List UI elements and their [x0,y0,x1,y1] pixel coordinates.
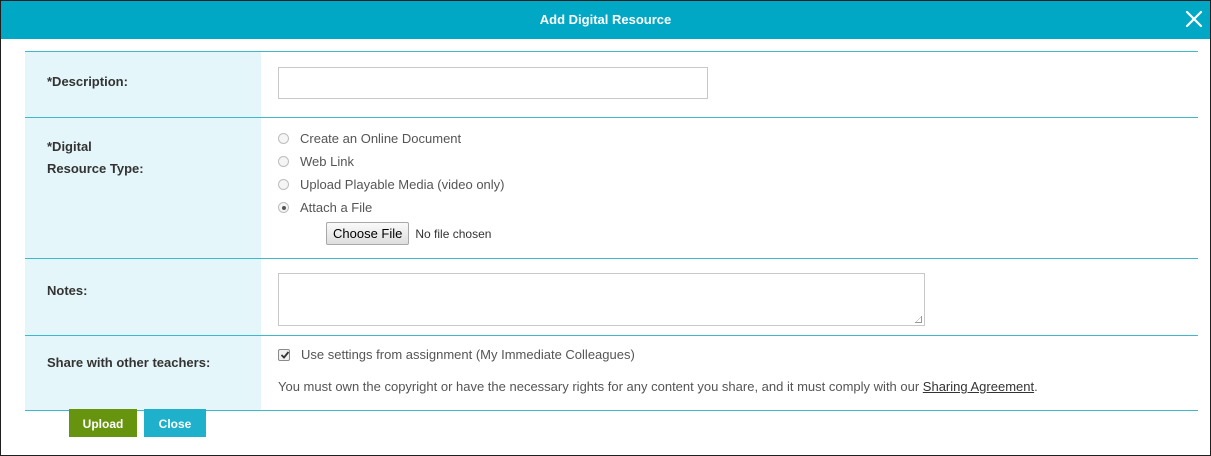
radio-option-web-link[interactable]: Web Link [278,150,1198,173]
checkmark-icon [280,350,290,359]
resource-form: *Description: *Digital Resource Type: Cr… [25,51,1198,411]
dialog-titlebar: Add Digital Resource [1,1,1210,39]
file-chooser: Choose File No file chosen [326,222,1198,245]
share-label: Share with other teachers: [25,336,261,410]
share-checkbox-line[interactable]: Use settings from assignment (My Immedia… [278,347,1198,362]
radio-button-selected[interactable] [278,202,289,213]
choose-file-button[interactable]: Choose File [326,222,410,245]
sharing-agreement-link[interactable]: Sharing Agreement [923,379,1034,394]
radio-option-online-document[interactable]: Create an Online Document [278,127,1198,150]
description-row: *Description: [25,52,1198,118]
description-input[interactable] [278,67,708,99]
close-button[interactable]: Close [144,409,206,437]
radio-option-playable-media[interactable]: Upload Playable Media (video only) [278,173,1198,196]
notes-textarea[interactable] [278,273,925,326]
upload-button[interactable]: Upload [69,409,137,437]
share-checkbox-label: Use settings from assignment (My Immedia… [301,347,635,362]
notes-label: Notes: [25,259,261,335]
add-digital-resource-dialog: Add Digital Resource *Description: *Digi… [0,0,1211,456]
share-row: Share with other teachers: Use settings … [25,336,1198,411]
share-checkbox[interactable] [278,348,290,361]
close-x-icon[interactable] [1182,7,1206,31]
notes-row: Notes: [25,259,1198,336]
dialog-title: Add Digital Resource [539,12,672,27]
dialog-actions: Upload Close [69,409,206,437]
radio-button[interactable] [278,179,289,190]
radio-button[interactable] [278,133,289,144]
resource-type-label: *Digital Resource Type: [25,118,261,258]
radio-option-attach-file[interactable]: Attach a File [278,196,1198,219]
resource-type-row: *Digital Resource Type: Create an Online… [25,118,1198,259]
file-status: No file chosen [415,226,492,241]
resize-grip-icon[interactable] [915,316,922,323]
description-label: *Description: [25,52,261,117]
sharing-notice: You must own the copyright or have the n… [278,379,1038,394]
radio-button[interactable] [278,156,289,167]
